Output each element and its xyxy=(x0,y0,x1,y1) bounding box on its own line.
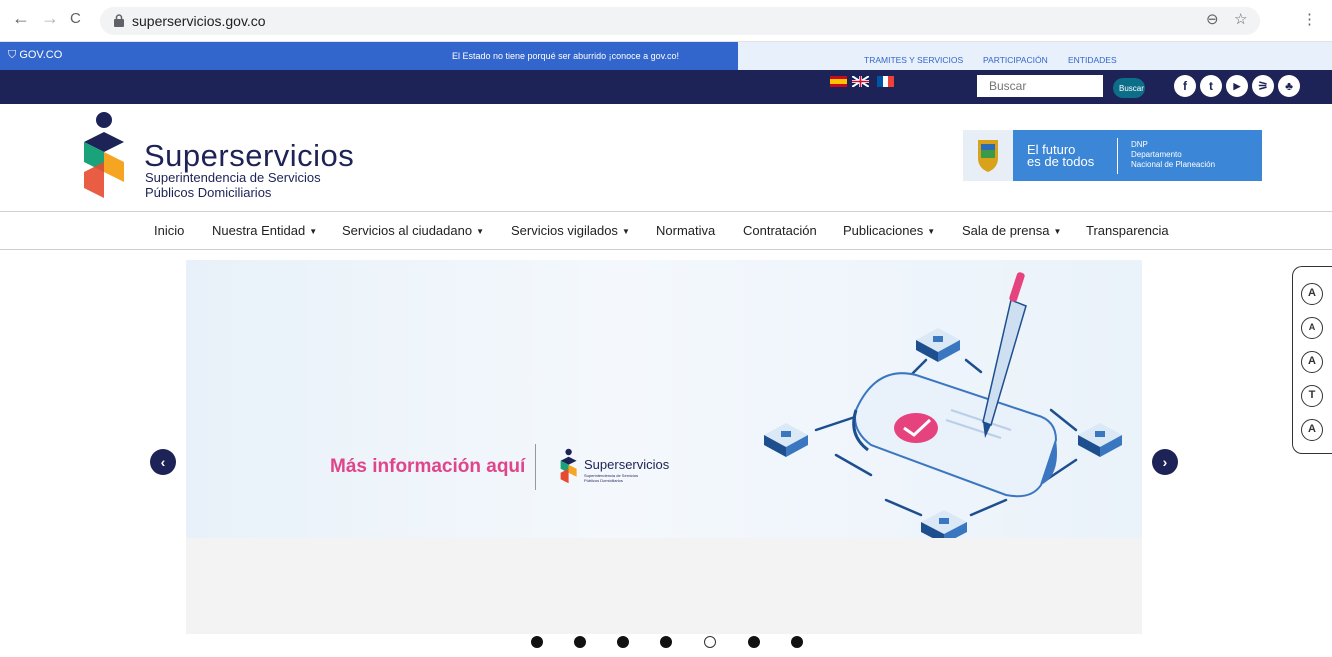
browser-menu-icon[interactable]: ⋮ xyxy=(1302,10,1317,28)
hero-slide[interactable]: Más información aquí Superservicios Supe… xyxy=(186,260,1142,538)
dnp-banner[interactable]: El futuro es de todos DNP Departamento Naci… xyxy=(963,130,1262,181)
menu-item-normativa[interactable]: Normativa xyxy=(656,223,715,238)
slider-dot[interactable] xyxy=(791,636,803,648)
digital-signature-illustration xyxy=(764,272,1122,538)
menu-item-nuestra-entidad[interactable]: Nuestra Entidad ▼ xyxy=(212,223,317,238)
menu-item-contratacion[interactable]: Contratación xyxy=(743,223,817,238)
slide-divider xyxy=(535,444,536,490)
dnp-slogan: El futuro es de todos xyxy=(1027,142,1095,169)
brand-subtitle-2: Públicos Domiciliarios xyxy=(145,185,272,200)
sitemap-icon[interactable]: ♣ xyxy=(1278,75,1300,97)
facebook-icon[interactable]: f xyxy=(1174,75,1196,97)
menu-item-sala-de-prensa[interactable]: Sala de prensa ▼ xyxy=(962,223,1061,238)
slider-dot[interactable] xyxy=(617,636,629,648)
search-input[interactable] xyxy=(977,75,1103,97)
gov-link-entidades[interactable]: ENTIDADES xyxy=(1068,55,1117,65)
caret-down-icon: ▼ xyxy=(621,227,630,237)
dnp-name: DNP Departamento Nacional de Planeación xyxy=(1131,140,1216,169)
browser-toolbar: ← → C superservicios.gov.co ⊖ ☆ ⋮ xyxy=(0,0,1332,42)
font-reset-icon[interactable]: A xyxy=(1301,317,1323,339)
back-icon[interactable]: ← xyxy=(12,8,30,29)
brand-name[interactable]: Superservicios xyxy=(144,138,354,174)
search-button[interactable]: Buscar xyxy=(1113,78,1145,98)
caret-down-icon: ▼ xyxy=(927,227,936,237)
reload-icon[interactable]: C xyxy=(70,10,81,27)
slide-brand-sub: Superintendencia de Servicios Públicos Do… xyxy=(584,473,639,483)
rss-icon[interactable]: ⚞ xyxy=(1252,75,1274,97)
menu-item-servicios-al-ciudadano[interactable]: Servicios al ciudadano ▼ xyxy=(342,223,484,238)
govco-logo[interactable]: ⛉ GOV.CO xyxy=(0,42,448,70)
menu-item-servicios-vigilados[interactable]: Servicios vigilados ▼ xyxy=(511,223,630,238)
slider-dot-active[interactable] xyxy=(704,636,716,648)
contrast-icon[interactable]: A xyxy=(1301,283,1323,305)
top-utility-bar: Buscar f t ▶ ⚞ ♣ xyxy=(0,70,1332,104)
slider-dot[interactable] xyxy=(748,636,760,648)
youtube-icon[interactable]: ▶ xyxy=(1226,75,1248,97)
govco-tagline[interactable]: El Estado no tiene porqué ser aburrido ¡… xyxy=(448,42,738,70)
slider-prev-button[interactable]: ‹ xyxy=(150,449,176,475)
colombia-shield-icon xyxy=(963,130,1013,181)
slider-next-button[interactable]: › xyxy=(1152,449,1178,475)
font-type-icon[interactable]: T xyxy=(1301,385,1323,407)
dnp-divider xyxy=(1117,138,1118,174)
menu-item-transparencia[interactable]: Transparencia xyxy=(1086,223,1169,238)
slide-logo-icon xyxy=(560,448,577,484)
zoom-icon[interactable]: ⊖ xyxy=(1206,10,1219,28)
url-text: superservicios.gov.co xyxy=(132,13,266,29)
twitter-icon[interactable]: t xyxy=(1200,75,1222,97)
address-bar[interactable]: superservicios.gov.co xyxy=(100,7,1260,35)
lock-icon xyxy=(114,14,124,27)
spanish-flag-icon[interactable] xyxy=(830,76,847,87)
govco-logo-text: GOV.CO xyxy=(19,49,63,61)
english-flag-icon[interactable] xyxy=(852,76,869,87)
french-flag-icon[interactable] xyxy=(877,76,894,87)
menu-item-inicio[interactable]: Inicio xyxy=(154,223,184,238)
gov-link-participacion[interactable]: PARTICIPACIÓN xyxy=(983,55,1048,65)
font-increase-icon[interactable]: A xyxy=(1301,419,1323,441)
forward-icon[interactable]: → xyxy=(41,8,59,29)
bookmark-star-icon[interactable]: ☆ xyxy=(1234,10,1247,28)
caret-down-icon: ▼ xyxy=(309,227,318,237)
slider-dot[interactable] xyxy=(574,636,586,648)
govco-shield-icon: ⛉ xyxy=(8,49,20,61)
menu-item-publicaciones[interactable]: Publicaciones ▼ xyxy=(843,223,935,238)
slide-brand: Superservicios xyxy=(584,457,670,472)
site-header: Superservicios Superintendencia de Servi… xyxy=(0,104,1332,212)
slider-dot[interactable] xyxy=(531,636,543,648)
font-decrease-icon[interactable]: A xyxy=(1301,351,1323,373)
slider-dot[interactable] xyxy=(660,636,672,648)
gov-link-tramites[interactable]: TRAMITES Y SERVICIOS xyxy=(864,55,963,65)
accessibility-toolbar: A A A T A xyxy=(1292,266,1332,454)
brand-subtitle-1: Superintendencia de Servicios xyxy=(145,170,321,185)
slide-lower-area xyxy=(186,538,1142,634)
gov-bar: ⛉ GOV.CO El Estado no tiene porqué ser a… xyxy=(0,42,1332,70)
caret-down-icon: ▼ xyxy=(1053,227,1062,237)
main-menu: Inicio Nuestra Entidad ▼ Servicios al ciu… xyxy=(0,212,1332,250)
superservicios-logo-icon[interactable] xyxy=(80,110,130,200)
caret-down-icon: ▼ xyxy=(476,227,484,237)
slide-headline[interactable]: Más información aquí xyxy=(330,456,525,478)
